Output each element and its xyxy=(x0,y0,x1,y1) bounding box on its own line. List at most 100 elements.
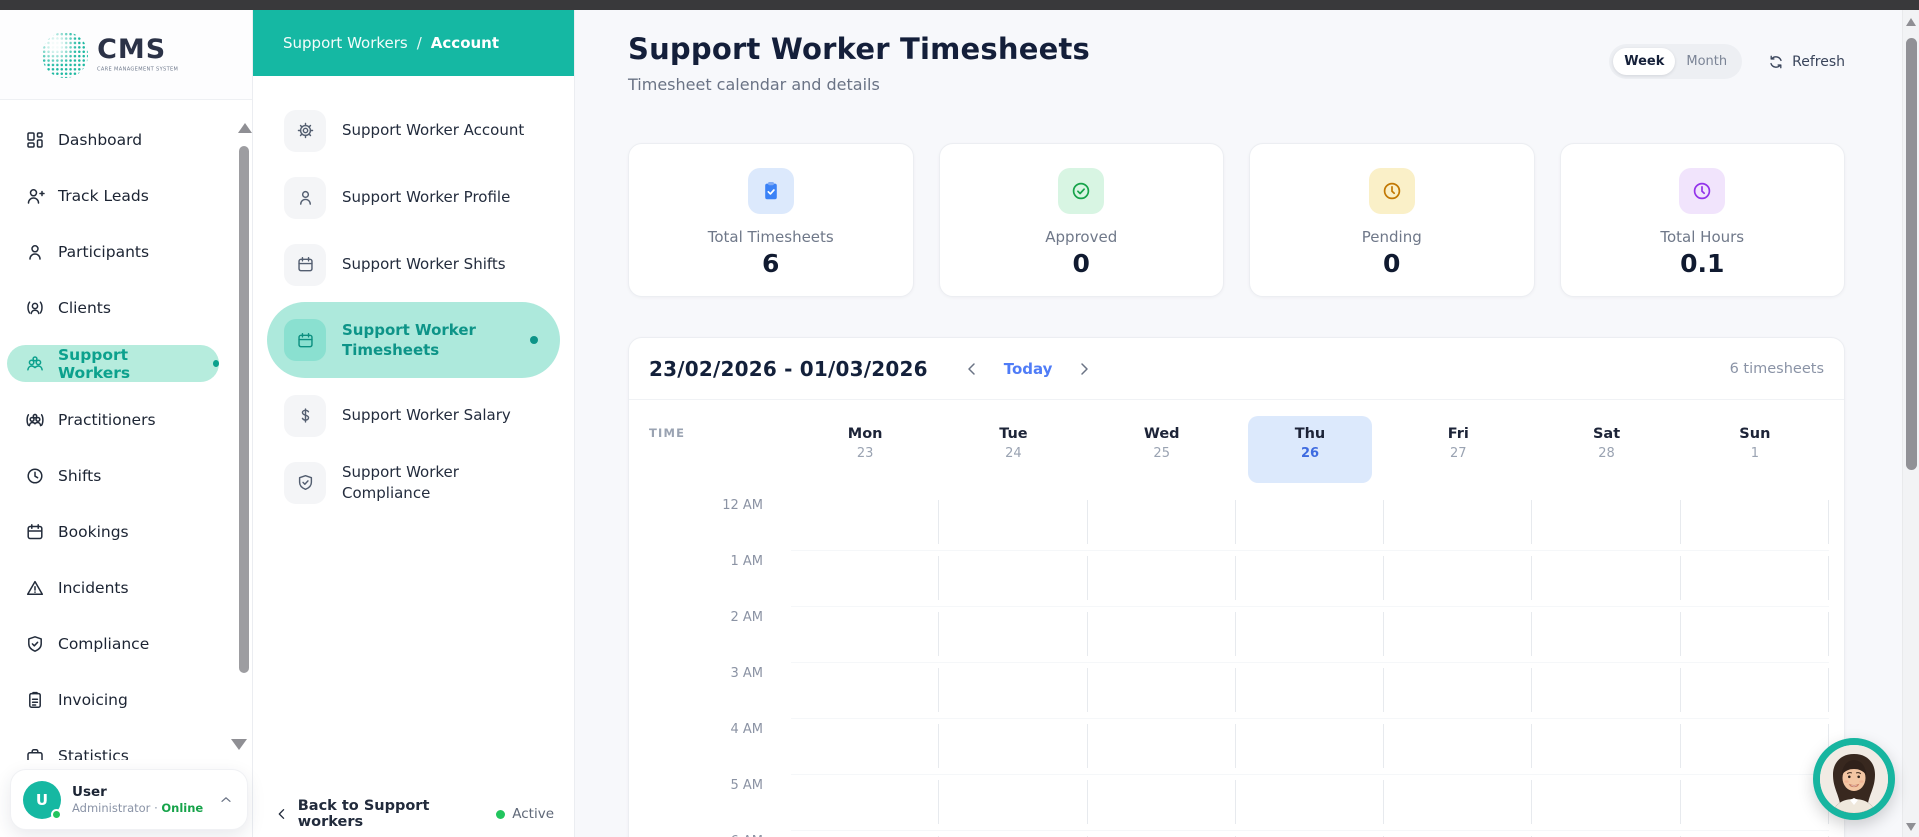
refresh-button[interactable]: Refresh xyxy=(1768,54,1845,70)
previous-week-button[interactable] xyxy=(958,355,986,383)
clipboard-check-icon xyxy=(747,168,794,214)
calendar-cell[interactable] xyxy=(1680,663,1830,719)
account-item-worker-timesheets[interactable]: Support Worker Timesheets xyxy=(267,302,560,378)
calendar-cell[interactable] xyxy=(1384,663,1533,719)
calendar-cell[interactable] xyxy=(791,663,940,719)
calendar-cell[interactable] xyxy=(939,831,1088,837)
account-item-worker-shifts[interactable]: Support Worker Shifts xyxy=(253,231,574,298)
dashboard-icon xyxy=(27,132,43,148)
calendar-cell[interactable] xyxy=(939,719,1088,775)
calendar-cell[interactable] xyxy=(1235,551,1385,607)
calendar-cell[interactable] xyxy=(1532,495,1681,551)
sidebar-item-bookings[interactable]: Bookings xyxy=(0,504,253,560)
account-item-worker-salary[interactable]: Support Worker Salary xyxy=(253,382,574,449)
calendar-cell[interactable] xyxy=(1384,719,1533,775)
account-item-worker-compliance[interactable]: Support Worker Compliance xyxy=(253,449,574,516)
calendar-cell[interactable] xyxy=(1087,775,1237,831)
user-menu[interactable]: U User Administrator · Online xyxy=(10,769,248,830)
sidebar-item-compliance[interactable]: Compliance xyxy=(0,616,253,672)
sidebar-item-support-workers[interactable]: Support Workers xyxy=(7,345,219,382)
webcam-video-bubble[interactable] xyxy=(1813,738,1895,820)
invoice-icon xyxy=(29,691,41,708)
sidebar-item-statistics[interactable]: Statistics xyxy=(0,728,253,760)
sidebar-item-practitioners[interactable]: Practitioners xyxy=(0,392,253,448)
scroll-up-arrow[interactable] xyxy=(1906,18,1916,26)
calendar-cell[interactable] xyxy=(791,775,940,831)
day-header-tue[interactable]: Tue 24 xyxy=(939,400,1087,495)
account-item-label: Support Worker Shifts xyxy=(342,255,506,274)
sidebar-scrollbar-thumb[interactable] xyxy=(239,146,249,673)
calendar-cell[interactable] xyxy=(1680,495,1830,551)
calendar-cell[interactable] xyxy=(1235,495,1385,551)
calendar-cell[interactable] xyxy=(939,495,1088,551)
scroll-down-arrow[interactable] xyxy=(1906,823,1916,831)
time-column-header: TIME xyxy=(649,426,686,440)
calendar-cell[interactable] xyxy=(1235,663,1385,719)
sidebar-item-clients[interactable]: Clients xyxy=(0,280,253,336)
calendar-cell[interactable] xyxy=(1235,775,1385,831)
calendar-cell[interactable] xyxy=(1384,551,1533,607)
calendar-cell[interactable] xyxy=(939,775,1088,831)
calendar-cell[interactable] xyxy=(1680,551,1830,607)
calendar-cell[interactable] xyxy=(1384,495,1533,551)
calendar-cell[interactable] xyxy=(939,607,1088,663)
day-header-thu-selected[interactable]: Thu 26 xyxy=(1236,400,1384,495)
calendar-cell[interactable] xyxy=(791,551,940,607)
calendar-cell[interactable] xyxy=(1532,831,1681,837)
week-toggle-button[interactable]: Week xyxy=(1613,48,1676,75)
sidebar-item-track-leads[interactable]: Track Leads xyxy=(0,168,253,224)
calendar-cell[interactable] xyxy=(1384,831,1533,837)
warning-triangle-icon xyxy=(26,580,44,595)
calendar-cell[interactable] xyxy=(1532,775,1681,831)
calendar-cell[interactable] xyxy=(1384,607,1533,663)
breadcrumb-parent[interactable]: Support Workers xyxy=(283,34,408,52)
month-toggle-button[interactable]: Month xyxy=(1675,48,1738,75)
calendar-cell[interactable] xyxy=(1087,551,1237,607)
back-to-support-workers-link[interactable]: Back to Support workers xyxy=(275,798,496,830)
calendar-cell[interactable] xyxy=(1680,607,1830,663)
account-item-worker-account[interactable]: Support Worker Account xyxy=(253,97,574,164)
sidebar-scroll-down-arrow[interactable] xyxy=(231,739,247,750)
calendar-cell[interactable] xyxy=(1532,719,1681,775)
sidebar-item-invoicing[interactable]: Invoicing xyxy=(0,672,253,728)
calendar-cell[interactable] xyxy=(1532,663,1681,719)
calendar-cell[interactable] xyxy=(1384,775,1533,831)
calendar-cell[interactable] xyxy=(1532,551,1681,607)
calendar-cell[interactable] xyxy=(791,495,940,551)
calendar-cell[interactable] xyxy=(1087,607,1237,663)
sidebar-item-label: Support Workers xyxy=(58,345,131,382)
day-header-mon[interactable]: Mon 23 xyxy=(791,400,939,495)
app-logo[interactable]: CMS CARE MANAGEMENT SYSTEM xyxy=(0,10,252,100)
calendar-cell[interactable] xyxy=(791,831,940,837)
calendar-cell[interactable] xyxy=(791,607,940,663)
day-header-sun[interactable]: Sun 1 xyxy=(1681,400,1829,495)
calendar-cell[interactable] xyxy=(1532,607,1681,663)
calendar-cell[interactable] xyxy=(1088,831,1237,837)
today-button[interactable]: Today xyxy=(1004,360,1053,378)
account-item-worker-profile[interactable]: Support Worker Profile xyxy=(253,164,574,231)
sidebar-scroll-up-arrow[interactable] xyxy=(238,123,252,133)
calendar-cell[interactable] xyxy=(1087,719,1237,775)
calendar-cell[interactable] xyxy=(1236,831,1385,837)
day-header-fri[interactable]: Fri 27 xyxy=(1384,400,1532,495)
calendar-cell[interactable] xyxy=(939,551,1088,607)
calendar-cell[interactable] xyxy=(1681,831,1830,837)
next-week-button[interactable] xyxy=(1070,355,1098,383)
day-header-sat[interactable]: Sat 28 xyxy=(1532,400,1680,495)
calendar-cell[interactable] xyxy=(791,719,940,775)
calendar-cell[interactable] xyxy=(1235,719,1385,775)
calendar-cell[interactable] xyxy=(1235,607,1385,663)
scrollbar-thumb[interactable] xyxy=(1906,38,1917,470)
active-indicator-dot xyxy=(530,336,538,344)
calendar-cell[interactable] xyxy=(1680,775,1830,831)
calendar-cell[interactable] xyxy=(939,663,1088,719)
calendar-time-row: 3 AM xyxy=(629,663,1830,719)
calendar-cell[interactable] xyxy=(1087,663,1237,719)
sidebar-item-incidents[interactable]: Incidents xyxy=(0,560,253,616)
calendar-cell[interactable] xyxy=(1087,495,1237,551)
sidebar-item-shifts[interactable]: Shifts xyxy=(0,448,253,504)
calendar-cell[interactable] xyxy=(1680,719,1830,775)
sidebar-item-participants[interactable]: Participants xyxy=(0,224,253,280)
day-header-wed[interactable]: Wed 25 xyxy=(1088,400,1236,495)
sidebar-item-dashboard[interactable]: Dashboard xyxy=(0,112,253,168)
